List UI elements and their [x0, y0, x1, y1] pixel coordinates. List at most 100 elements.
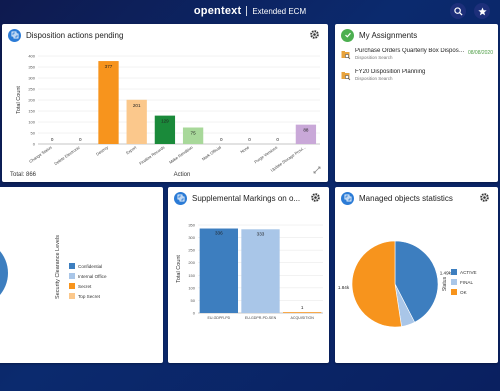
data-label: 0: [276, 137, 279, 142]
assignment-item[interactable]: FY20 Disposition Planning Disposition Se…: [341, 69, 493, 91]
y-axis-title: Total Count: [16, 86, 22, 114]
data-label: 201: [133, 103, 141, 108]
legend-label: Confidential: [78, 264, 102, 269]
disposition-card: Disposition actions pending 0 50 100 150 200…: [2, 24, 328, 182]
data-label: 0: [220, 137, 223, 142]
total-label: Total: 866: [10, 172, 37, 178]
legend-label: OK: [460, 290, 468, 295]
legend-swatch: [69, 283, 75, 289]
my-assignments-card: My Assignments Purchase Orders Quarterly…: [335, 24, 498, 182]
legend-swatch: [451, 269, 457, 275]
data-label: 129: [161, 119, 169, 124]
legend-label: FINAL: [460, 280, 473, 285]
search-folder-icon: [341, 51, 351, 60]
expand-icon[interactable]: [313, 166, 321, 174]
card-header: My Assignments: [335, 24, 498, 46]
data-label: 0: [79, 137, 82, 142]
assignment-subtitle: Disposition Search: [355, 55, 393, 60]
legend-label: Secret: [78, 284, 92, 289]
data-label: 336: [215, 231, 223, 236]
x-tick-label: Delete Electronic: [53, 145, 81, 166]
x-tick-label: ACQUISITION: [290, 316, 314, 320]
data-label: 377: [105, 64, 113, 69]
bar: [98, 61, 119, 145]
legend-swatch: [69, 273, 75, 279]
card-title: My Assignments: [359, 30, 418, 40]
favorites-button[interactable]: [474, 3, 490, 19]
data-label: 0: [51, 137, 54, 142]
brand-logo: opentext: [193, 5, 242, 17]
y-axis-title: Total Count: [176, 255, 182, 283]
data-label: 333: [257, 231, 265, 236]
data-label: 88: [303, 128, 309, 133]
brand: opentext Extended ECM: [194, 5, 306, 17]
x-tick-label: EU-GDPR-PD-SEN: [245, 316, 277, 320]
assignment-subtitle: Disposition Search: [355, 76, 393, 81]
search-folder-icon: [341, 72, 351, 81]
x-tick-label: Mark Official: [201, 145, 222, 162]
data-label: 0: [248, 137, 251, 142]
x-tick-label: Change Status: [28, 145, 53, 164]
supplemental-markings-card: Supplemental Markings on o... 0 50 100 150 2…: [168, 187, 329, 363]
pie-slice: [351, 240, 402, 328]
star-icon: [477, 6, 487, 15]
x-tick-label: Export: [125, 144, 138, 155]
managed-objects-card: Managed objects statistics 1.49k 1.84k Sta…: [335, 187, 498, 363]
x-tick-label: Make Rendition: [168, 145, 194, 165]
slice-label: 1.84k: [338, 285, 350, 290]
pie-slice: [0, 251, 8, 295]
y-tick-label: 300: [28, 76, 35, 81]
x-tick-label: Finalize Records: [138, 145, 165, 166]
y-tick-label: 50: [191, 298, 196, 303]
y-tick-label: 200: [188, 260, 195, 265]
x-tick-label: None: [239, 144, 250, 154]
y-tick-label: 100: [188, 285, 195, 290]
security-clearance-chart: Security Clearance Levels Confidential Int…: [0, 235, 107, 299]
bar: [283, 312, 322, 313]
product-name: Extended ECM: [252, 6, 307, 16]
legend-swatch: [451, 279, 457, 285]
assignment-title: Purchase Orders Quarterly Box Disposi...: [355, 48, 465, 54]
y-tick-label: 50: [31, 131, 36, 136]
checkmark-icon: [341, 28, 354, 42]
legend-label: Internal Office: [78, 274, 107, 279]
x-tick-label: Purge Versions: [253, 145, 278, 165]
supplemental-bar-chart: 0 50 100 150 200 250 300 350 336 EU-GDPR-PD 333 EU-…: [176, 223, 323, 320]
legend-swatch: [69, 293, 75, 299]
y-tick-label: 100: [28, 120, 35, 125]
y-tick-label: 250: [28, 87, 35, 92]
legend-label: ACTIVE: [460, 270, 477, 275]
x-tick-label: Destroy: [95, 145, 109, 157]
search-icon: [453, 6, 463, 16]
bar: [241, 229, 280, 313]
data-label: 1: [301, 305, 304, 310]
y-tick-label: 0: [33, 142, 36, 147]
assignment-title: FY20 Disposition Planning: [355, 69, 426, 75]
top-bar: opentext Extended ECM: [0, 0, 500, 22]
security-clearance-card: Security Clearance Levels Confidential Int…: [0, 187, 163, 363]
legend-label: Top Secret: [78, 294, 101, 299]
y-tick-label: 150: [188, 273, 195, 278]
assignment-date: 08/08/2020: [467, 50, 493, 56]
legend-title: Security Clearance Levels: [55, 235, 61, 299]
slice-label: 1.49k: [440, 271, 452, 276]
y-tick-label: 250: [188, 248, 195, 253]
y-tick-label: 300: [188, 235, 195, 240]
disposition-bar-chart: 0501001502002503003504000Change Status0D…: [16, 54, 320, 178]
brand-divider: [246, 6, 248, 16]
legend-title: Status: [442, 276, 448, 291]
assignment-item[interactable]: Purchase Orders Quarterly Box Disposi...…: [341, 48, 493, 70]
legend-swatch: [69, 263, 75, 269]
managed-objects-pie-chart: 1.49k 1.84k Status ACTIVE FINAL OK: [338, 240, 477, 328]
x-tick-label: EU-GDPR-PD: [207, 316, 230, 320]
y-tick-label: 350: [188, 223, 195, 228]
y-tick-label: 200: [28, 98, 35, 103]
y-tick-label: 400: [28, 54, 35, 59]
x-axis-title: Action: [174, 172, 191, 178]
bar: [199, 228, 238, 313]
y-tick-label: 150: [28, 109, 35, 114]
data-label: 75: [191, 131, 197, 136]
y-tick-label: 0: [193, 311, 196, 316]
y-tick-label: 350: [28, 65, 35, 70]
search-button[interactable]: [450, 3, 466, 19]
